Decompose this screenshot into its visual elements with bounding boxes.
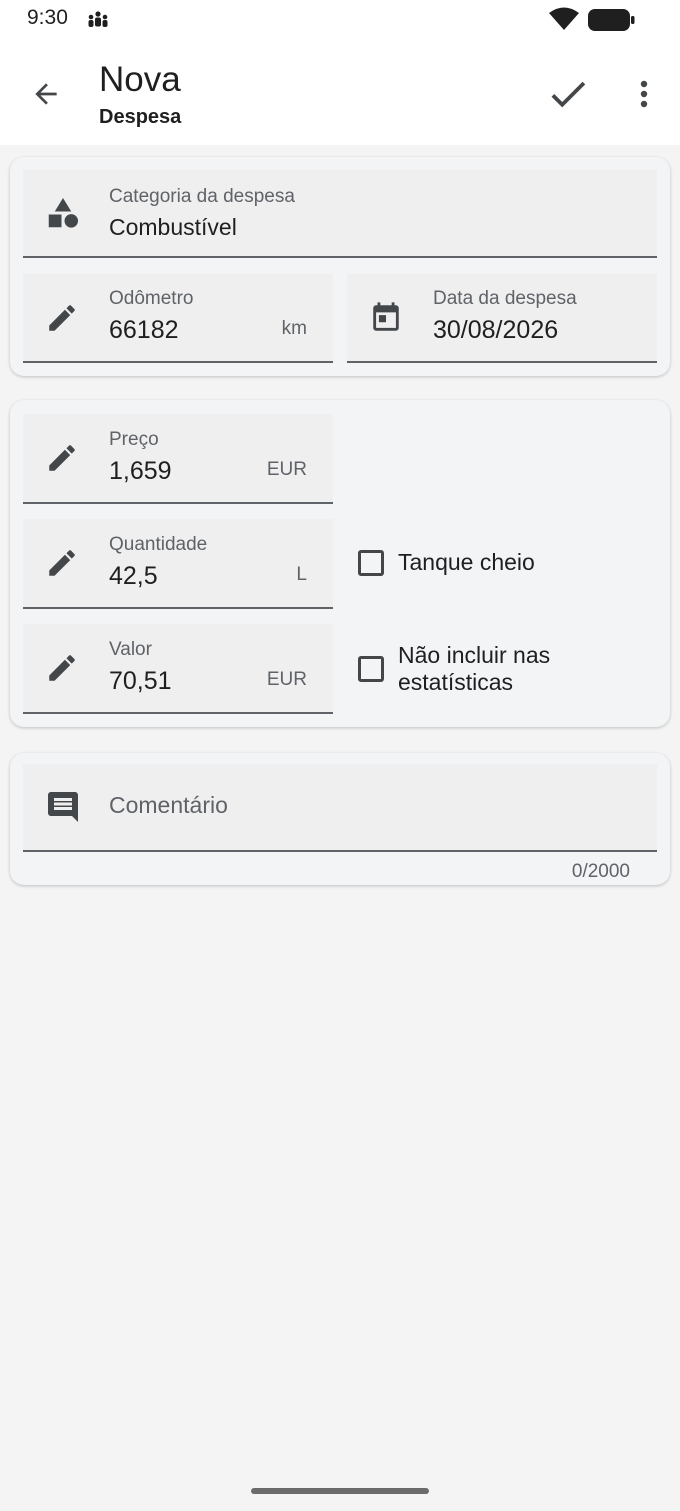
comment-icon bbox=[45, 764, 81, 850]
amount-label: Valor bbox=[109, 639, 152, 660]
pencil-icon bbox=[45, 519, 79, 607]
more-vert-icon bbox=[640, 80, 648, 108]
pencil-icon bbox=[45, 624, 79, 712]
amount-field[interactable]: Valor 70,51 EUR bbox=[23, 624, 333, 714]
odometer-unit: km bbox=[281, 318, 307, 339]
pencil-icon bbox=[45, 274, 79, 361]
exclude-stats-label-line1: Não incluir nas bbox=[398, 642, 551, 668]
date-field[interactable]: Data da despesa 30/08/2026 bbox=[347, 274, 657, 363]
app-bar: Nova Despesa bbox=[0, 40, 680, 145]
quantity-label: Quantidade bbox=[109, 534, 208, 555]
odometer-field[interactable]: Odômetro 66182 km bbox=[23, 274, 333, 363]
notification-people-icon bbox=[86, 10, 110, 33]
price-field[interactable]: Preço 1,659 EUR bbox=[23, 414, 333, 504]
quantity-value: 42,5 bbox=[109, 562, 158, 590]
exclude-stats-checkbox-row[interactable]: Não incluir nas estatísticas bbox=[358, 642, 550, 696]
page-title: Nova bbox=[99, 60, 181, 99]
comment-char-counter: 0/2000 bbox=[571, 861, 630, 882]
comment-card: Comentário 0/2000 bbox=[10, 753, 670, 885]
exclude-stats-label: Não incluir nas estatísticas bbox=[398, 642, 550, 696]
page-subtitle: Despesa bbox=[99, 106, 182, 128]
amount-value: 70,51 bbox=[109, 667, 172, 695]
wifi-icon bbox=[548, 6, 580, 37]
back-button[interactable] bbox=[22, 70, 70, 118]
price-unit: EUR bbox=[266, 459, 307, 480]
pencil-icon bbox=[45, 414, 79, 502]
home-indicator[interactable] bbox=[251, 1488, 429, 1494]
date-label: Data da despesa bbox=[433, 288, 577, 309]
status-time: 9:30 bbox=[27, 6, 68, 29]
checkmark-icon bbox=[551, 81, 586, 108]
calendar-icon bbox=[369, 274, 403, 361]
amount-unit: EUR bbox=[266, 669, 307, 690]
more-options-button[interactable] bbox=[624, 70, 664, 118]
quantity-field[interactable]: Quantidade 42,5 L bbox=[23, 519, 333, 609]
exclude-stats-label-line2: estatísticas bbox=[398, 669, 514, 695]
general-card: Categoria da despesa Combustível Odômetr… bbox=[10, 157, 670, 376]
comment-placeholder: Comentário bbox=[109, 792, 228, 818]
category-value: Combustível bbox=[109, 214, 237, 240]
date-value: 30/08/2026 bbox=[433, 316, 559, 344]
category-label: Categoria da despesa bbox=[109, 186, 295, 207]
full-tank-label: Tanque cheio bbox=[398, 549, 535, 575]
full-tank-checkbox[interactable] bbox=[358, 549, 384, 576]
full-tank-checkbox-row[interactable]: Tanque cheio bbox=[358, 549, 535, 576]
price-label: Preço bbox=[109, 429, 159, 450]
save-button[interactable] bbox=[542, 68, 594, 120]
battery-icon bbox=[588, 9, 636, 36]
comment-field[interactable]: Comentário bbox=[23, 764, 657, 852]
exclude-stats-checkbox[interactable] bbox=[358, 656, 384, 682]
odometer-label: Odômetro bbox=[109, 288, 194, 309]
quantity-unit: L bbox=[296, 564, 307, 585]
odometer-value: 66182 bbox=[109, 316, 179, 344]
fuel-card: Preço 1,659 EUR Quantidade 42,5 L Valor … bbox=[10, 400, 670, 727]
category-field[interactable]: Categoria da despesa Combustível bbox=[23, 170, 657, 258]
shapes-icon bbox=[45, 170, 81, 256]
back-arrow-icon bbox=[35, 83, 57, 105]
price-value: 1,659 bbox=[109, 457, 172, 485]
status-bar: 9:30 bbox=[0, 0, 680, 40]
